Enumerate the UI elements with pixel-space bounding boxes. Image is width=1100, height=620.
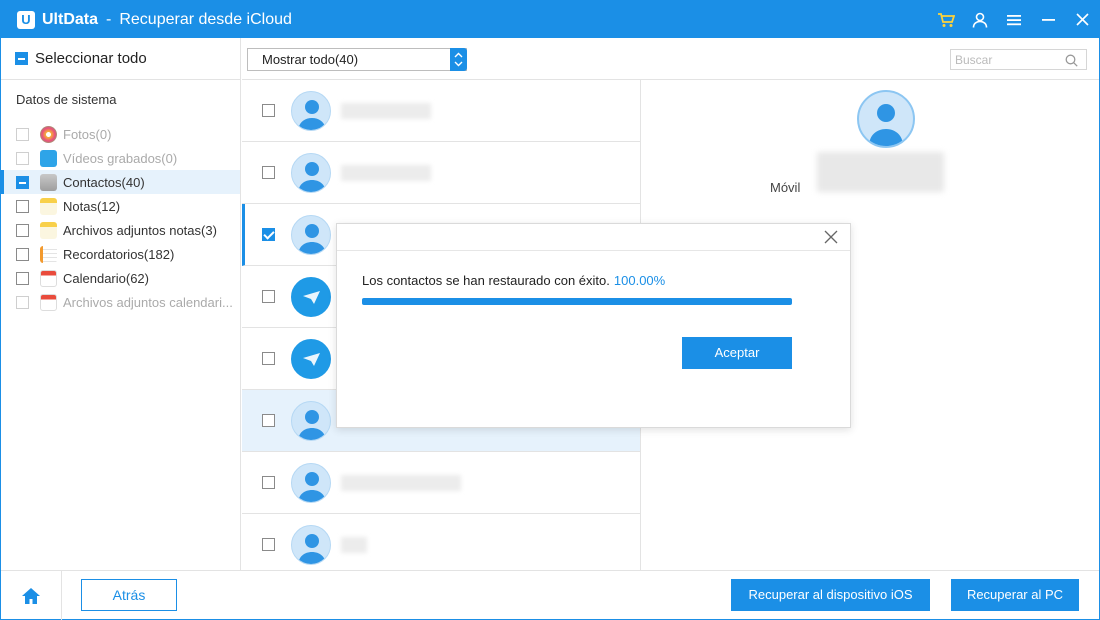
accept-button[interactable]: Aceptar — [682, 337, 792, 369]
app-avatar-icon — [291, 276, 331, 317]
title-separator: - — [106, 10, 112, 28]
sidebar-item-notes[interactable]: Notas(12) — [1, 194, 240, 218]
contacts-icon — [40, 173, 57, 191]
window-title: Recuperar desde iCloud — [119, 10, 292, 28]
notes-attachments-icon — [40, 221, 57, 239]
recover-to-ios-button[interactable]: Recuperar al dispositivo iOS — [731, 579, 930, 611]
section-title: Datos de sistema — [16, 92, 117, 107]
reminders-icon — [40, 245, 57, 263]
sidebar-item-label: Archivos adjuntos calendari... — [63, 294, 233, 310]
checkbox[interactable] — [262, 228, 275, 241]
filter-value: Mostrar todo(40) — [262, 52, 359, 67]
blurred-phone — [817, 152, 944, 192]
filter-dropdown[interactable]: Mostrar todo(40) — [247, 48, 467, 71]
back-button[interactable]: Atrás — [81, 579, 177, 611]
footer: Atrás Recuperar al dispositivo iOS Recup… — [1, 570, 1099, 620]
minimize-icon[interactable] — [1031, 1, 1065, 38]
contact-row[interactable] — [242, 514, 640, 570]
select-all-checkbox[interactable] — [15, 52, 28, 65]
person-avatar-icon — [291, 214, 331, 255]
checkbox[interactable] — [16, 223, 29, 237]
home-button[interactable] — [1, 571, 62, 620]
sidebar-item-label: Fotos(0) — [63, 126, 112, 142]
person-avatar-icon — [291, 462, 331, 503]
checkbox[interactable] — [16, 151, 29, 165]
sidebar-item-label: Vídeos grabados(0) — [63, 150, 178, 166]
sidebar-item-notes-attachments[interactable]: Archivos adjuntos notas(3) — [1, 218, 240, 242]
close-icon[interactable] — [1065, 1, 1099, 38]
app-avatar-icon — [291, 338, 331, 379]
checkbox[interactable] — [16, 199, 29, 213]
person-avatar-icon — [291, 90, 331, 131]
contact-row[interactable] — [242, 80, 640, 142]
close-icon[interactable] — [824, 230, 838, 244]
success-message: Los contactos se han restaurado con éxit… — [362, 273, 610, 288]
person-avatar-icon — [291, 400, 331, 441]
ultdata-logo-icon: U — [17, 10, 35, 29]
chevron-up-down-icon[interactable] — [450, 48, 467, 71]
blurred-name — [341, 164, 431, 181]
sidebar-item-calendar-attachments[interactable]: Archivos adjuntos calendari... — [1, 290, 240, 314]
blurred-name — [341, 102, 431, 119]
title-bar: U UltData - Recuperar desde iCloud — [1, 1, 1099, 38]
calendar-attachments-icon — [40, 293, 57, 311]
blurred-name — [341, 536, 367, 553]
contact-row[interactable] — [242, 142, 640, 204]
contact-row[interactable] — [242, 452, 640, 514]
sidebar-item-label: Contactos(40) — [63, 174, 145, 190]
sidebar-item-label: Notas(12) — [63, 198, 121, 214]
checkbox[interactable] — [16, 295, 29, 309]
sidebar-item-calendar[interactable]: Calendario(62) — [1, 266, 240, 290]
checkbox[interactable] — [16, 175, 29, 189]
app-window: U UltData - Recuperar desde iCloud Selec… — [0, 0, 1100, 620]
dialog-message: Los contactos se han restaurado con éxit… — [362, 273, 665, 288]
sidebar-item-reminders[interactable]: Recordatorios(182) — [1, 242, 240, 266]
search-placeholder: Buscar — [955, 53, 993, 67]
select-all[interactable]: Seleccionar todo — [1, 38, 240, 80]
videos-icon — [40, 149, 57, 167]
search-input[interactable]: Buscar — [950, 49, 1087, 70]
person-avatar-icon — [857, 90, 915, 148]
restore-success-dialog: Los contactos se han restaurado con éxit… — [336, 223, 851, 428]
sidebar-item-contacts[interactable]: Contactos(40) — [1, 170, 240, 194]
notes-icon — [40, 197, 57, 215]
home-icon — [22, 587, 40, 604]
sidebar: Seleccionar todo Datos de sistema Fotos(… — [1, 38, 241, 570]
person-avatar-icon — [291, 152, 331, 193]
menu-icon[interactable] — [997, 1, 1031, 38]
sidebar-item-label: Calendario(62) — [63, 270, 149, 286]
dialog-header — [337, 224, 850, 251]
sidebar-item-videos[interactable]: Vídeos grabados(0) — [1, 146, 240, 170]
progress-fill — [362, 298, 792, 305]
user-icon[interactable] — [963, 1, 997, 38]
checkbox[interactable] — [262, 104, 275, 117]
photos-icon — [40, 125, 57, 143]
calendar-icon — [40, 269, 57, 287]
cart-icon[interactable] — [929, 1, 963, 38]
checkbox[interactable] — [16, 247, 29, 261]
sidebar-item-label: Recordatorios(182) — [63, 246, 175, 262]
recover-to-pc-button[interactable]: Recuperar al PC — [951, 579, 1079, 611]
checkbox[interactable] — [262, 352, 275, 365]
checkbox[interactable] — [262, 538, 275, 551]
app-name: UltData — [42, 10, 99, 28]
checkbox[interactable] — [262, 290, 275, 303]
checkbox[interactable] — [262, 476, 275, 489]
person-avatar-icon — [291, 524, 331, 565]
blurred-name — [341, 474, 461, 491]
progress-percent: 100.00% — [613, 273, 666, 288]
mobile-label: Móvil — [770, 180, 801, 195]
checkbox[interactable] — [262, 166, 275, 179]
sidebar-item-photos[interactable]: Fotos(0) — [1, 122, 240, 146]
checkbox[interactable] — [16, 271, 29, 285]
checkbox[interactable] — [16, 127, 29, 141]
select-all-label: Seleccionar todo — [35, 50, 147, 67]
progress-bar — [362, 298, 792, 305]
search-icon[interactable] — [1065, 54, 1078, 67]
checkbox[interactable] — [262, 414, 275, 427]
toolbar: Mostrar todo(40) Buscar — [242, 38, 1099, 80]
sidebar-item-label: Archivos adjuntos notas(3) — [63, 222, 217, 238]
